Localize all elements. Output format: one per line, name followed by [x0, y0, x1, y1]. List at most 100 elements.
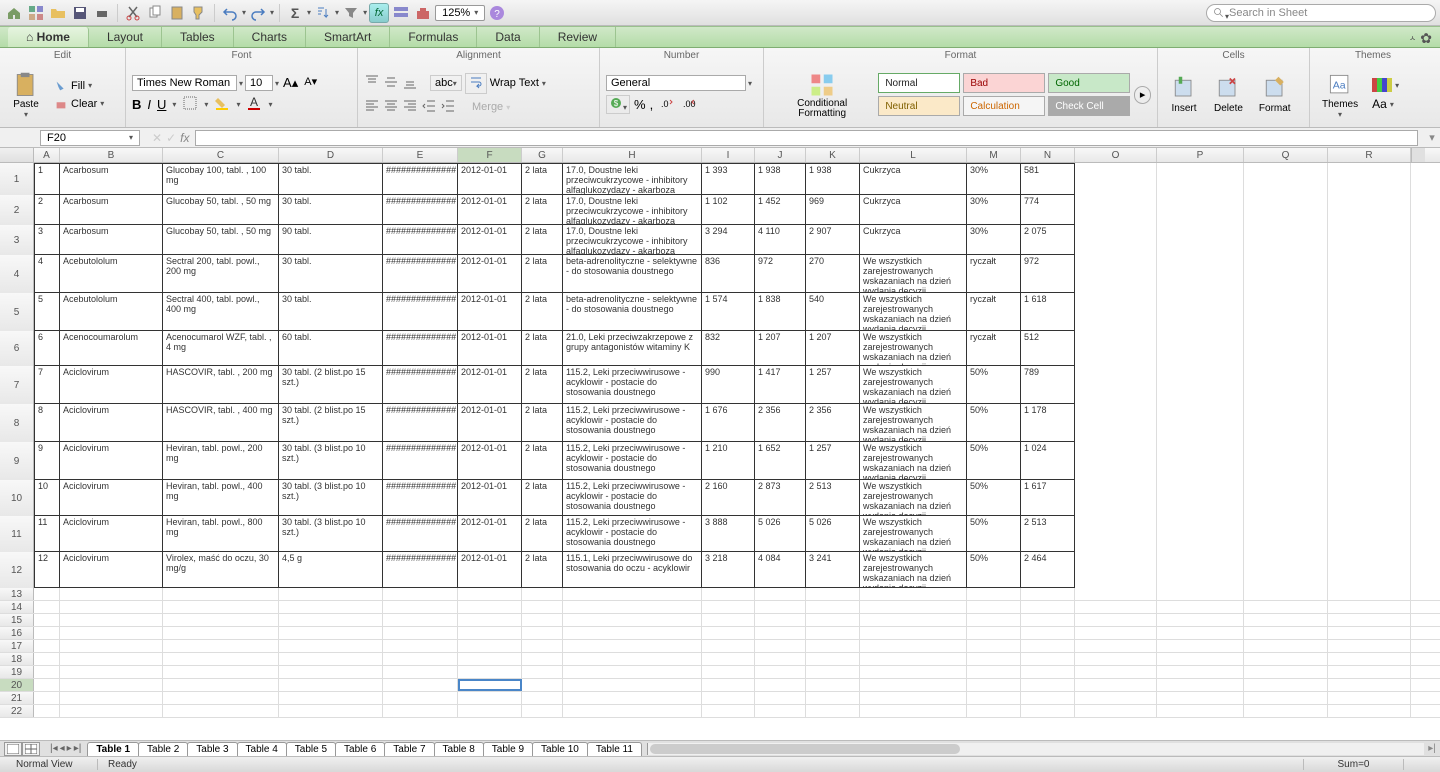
cell[interactable] — [1328, 692, 1411, 704]
cell[interactable] — [522, 653, 563, 665]
cell[interactable] — [755, 614, 806, 626]
cell[interactable]: 1 652 — [755, 442, 806, 480]
sheet-tab[interactable]: Table 1 — [87, 742, 139, 756]
cell[interactable] — [860, 666, 967, 678]
font-name-input[interactable] — [132, 75, 237, 91]
cell[interactable]: Heviran, tabl. powl., 400 mg — [163, 480, 279, 516]
sheet-tab[interactable]: Table 6 — [335, 742, 385, 756]
cell[interactable] — [1157, 195, 1244, 225]
cell[interactable]: We wszystkich zarejestrowanych wskazania… — [860, 293, 967, 331]
cell[interactable]: 115.1, Leki przeciwwirusowe do stosowani… — [563, 552, 702, 588]
cell[interactable] — [60, 601, 163, 613]
horizontal-scrollbar[interactable] — [647, 743, 1424, 755]
merge-button[interactable]: Merge — [472, 101, 503, 113]
column-header-G[interactable]: G — [522, 148, 563, 162]
cell[interactable]: 5 026 — [806, 516, 860, 552]
cell[interactable]: 1 938 — [755, 163, 806, 195]
fill-color-button[interactable] — [214, 95, 230, 114]
last-sheet-button[interactable]: ▸| — [74, 743, 82, 754]
cell[interactable] — [60, 627, 163, 639]
cell[interactable] — [1075, 331, 1157, 366]
cell[interactable] — [60, 679, 163, 691]
cell[interactable] — [755, 627, 806, 639]
cell[interactable] — [458, 666, 522, 678]
cell[interactable]: 17.0, Doustne leki przeciwcukrzycowe - i… — [563, 195, 702, 225]
cell[interactable] — [279, 679, 383, 691]
cell[interactable] — [163, 601, 279, 613]
row-header[interactable]: 19 — [0, 666, 34, 678]
cell[interactable] — [1328, 653, 1411, 665]
comma-icon[interactable]: , — [650, 97, 654, 112]
cell[interactable] — [1075, 255, 1157, 293]
tab-charts[interactable]: Charts — [234, 27, 306, 47]
cell[interactable] — [702, 666, 755, 678]
cell[interactable]: ############## — [383, 442, 458, 480]
style-neutral[interactable]: Neutral — [878, 96, 960, 116]
formula-input[interactable] — [195, 130, 1418, 146]
cell[interactable]: ############## — [383, 163, 458, 195]
cell[interactable] — [1157, 442, 1244, 480]
cell[interactable]: We wszystkich zarejestrowanych wskazania… — [860, 404, 967, 442]
cell[interactable] — [163, 653, 279, 665]
cell[interactable]: ############## — [383, 255, 458, 293]
cell[interactable]: 50% — [967, 366, 1021, 404]
cell[interactable] — [1075, 666, 1157, 678]
cell[interactable]: Acebutololum — [60, 293, 163, 331]
view-normal-icon[interactable] — [4, 742, 22, 756]
fx-icon[interactable]: fx — [369, 3, 389, 23]
cell[interactable]: Heviran, tabl. powl., 200 mg — [163, 442, 279, 480]
cell[interactable] — [1157, 653, 1244, 665]
cell[interactable]: ryczałt — [967, 331, 1021, 366]
cell[interactable] — [1075, 442, 1157, 480]
column-header-Q[interactable]: Q — [1244, 148, 1328, 162]
cell[interactable] — [1244, 705, 1328, 717]
formula-expand[interactable]: ▾ — [1424, 131, 1440, 144]
cell[interactable] — [1328, 480, 1411, 516]
cell[interactable]: 2 lata — [522, 255, 563, 293]
cell[interactable]: 774 — [1021, 195, 1075, 225]
styles-more-button[interactable]: ▸ — [1134, 86, 1151, 104]
cell[interactable]: 1 207 — [755, 331, 806, 366]
orientation-button[interactable]: abc▾ — [430, 75, 462, 91]
cell[interactable]: HASCOVIR, tabl. , 200 mg — [163, 366, 279, 404]
cell[interactable]: ############## — [383, 225, 458, 255]
cell[interactable]: Aciclovirum — [60, 404, 163, 442]
cell[interactable] — [806, 679, 860, 691]
cell[interactable] — [1328, 627, 1411, 639]
cell[interactable] — [1244, 195, 1328, 225]
increase-font-icon[interactable]: A▴ — [281, 75, 300, 91]
cell[interactable] — [1021, 588, 1075, 600]
cell[interactable] — [163, 692, 279, 704]
sheet-tab[interactable]: Table 7 — [384, 742, 434, 756]
align-middle-icon[interactable] — [383, 74, 399, 93]
cell[interactable]: 12 — [34, 552, 60, 588]
cell[interactable] — [702, 588, 755, 600]
cell[interactable]: 50% — [967, 404, 1021, 442]
cell[interactable] — [163, 666, 279, 678]
cell[interactable] — [1328, 366, 1411, 404]
save-icon[interactable] — [70, 3, 90, 23]
bold-button[interactable]: B — [132, 97, 141, 112]
scroll-right-button[interactable]: ▸| — [1424, 743, 1440, 754]
style-good[interactable]: Good — [1048, 73, 1130, 93]
cell[interactable] — [1075, 614, 1157, 626]
cell[interactable] — [1157, 404, 1244, 442]
sheet-tab[interactable]: Table 8 — [434, 742, 484, 756]
cell[interactable]: 1 938 — [806, 163, 860, 195]
cell[interactable] — [1328, 225, 1411, 255]
cell[interactable]: 2 356 — [755, 404, 806, 442]
cell[interactable]: We wszystkich zarejestrowanych wskazania… — [860, 480, 967, 516]
autosum-icon[interactable]: Σ — [285, 3, 305, 23]
cell[interactable]: 30 tabl. — [279, 195, 383, 225]
cell[interactable] — [60, 640, 163, 652]
autosum-dropdown[interactable]: ▾ — [307, 8, 311, 17]
cell[interactable] — [1244, 627, 1328, 639]
cell[interactable] — [383, 640, 458, 652]
cell[interactable]: 2012-01-01 — [458, 480, 522, 516]
cell[interactable]: 9 — [34, 442, 60, 480]
cell[interactable] — [1244, 614, 1328, 626]
cell[interactable] — [163, 614, 279, 626]
cell[interactable] — [563, 627, 702, 639]
cell[interactable] — [1244, 588, 1328, 600]
row-header[interactable]: 15 — [0, 614, 34, 626]
